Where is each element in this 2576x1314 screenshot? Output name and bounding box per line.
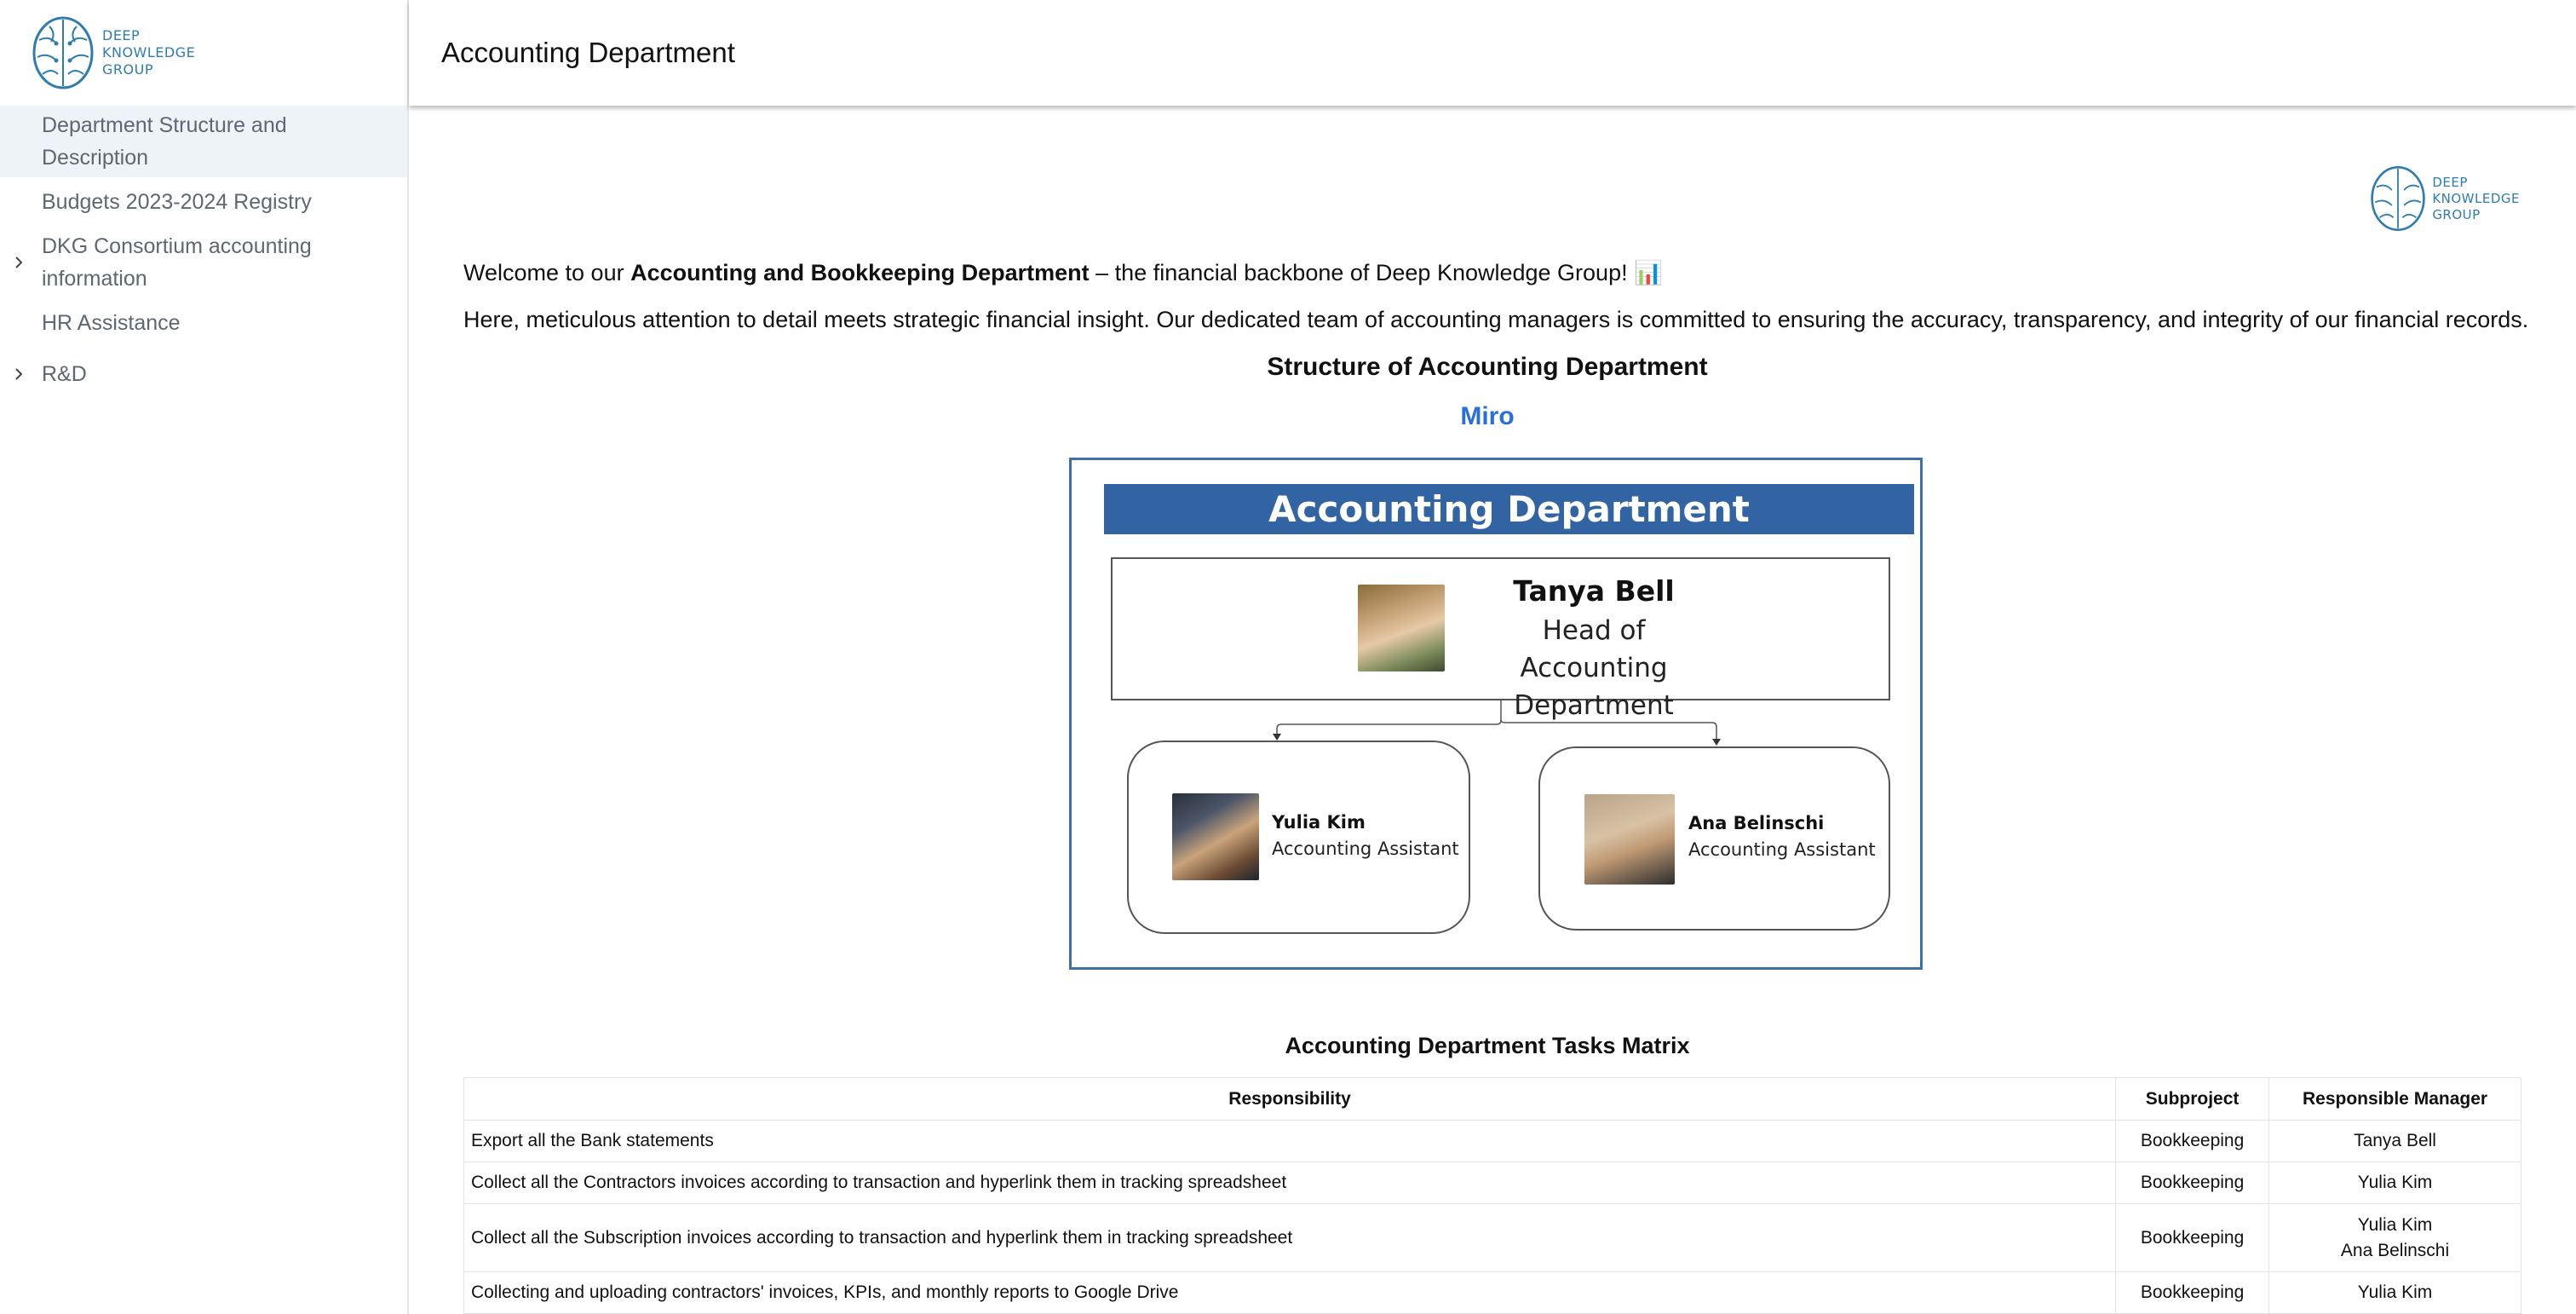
tasks-matrix-table: Responsibility Subproject Responsible Ma… — [463, 1077, 2521, 1314]
matrix-title: Accounting Department Tasks Matrix — [1285, 1033, 1690, 1058]
top-header: Accounting Department — [409, 0, 2576, 106]
responsibility-cell: Export all the Bank statements — [463, 1120, 2117, 1162]
assistant-role: Accounting Assistant — [1688, 839, 1876, 860]
responsibility-cell: Collect all the Contractors invoices acc… — [463, 1161, 2117, 1204]
table-row: Collecting and uploading contractors' in… — [463, 1271, 2521, 1314]
head-photo — [1358, 585, 1445, 671]
description-paragraph: Here, meticulous attention to detail mee… — [463, 307, 2529, 332]
manager-name: Yulia Kim — [2357, 1282, 2433, 1302]
miro-link[interactable]: Miro — [1460, 402, 1514, 430]
table-row: Collect all the Subscription invoices ac… — [463, 1203, 2521, 1272]
content-logo: DEEP KNOWLEDGE GROUP — [2369, 164, 2520, 233]
miro-link-row: Miro — [463, 402, 2511, 431]
assistant-name: Ana Belinschi — [1688, 813, 1825, 833]
sidebar: DEEP KNOWLEDGE GROUP Department Structur… — [0, 0, 409, 1314]
responsibility-cell: Collecting and uploading contractors' in… — [463, 1271, 2117, 1314]
sidebar-item-department-structure[interactable]: Department Structure and Description — [0, 106, 407, 177]
logo-line: KNOWLEDGE — [102, 44, 196, 61]
sidebar-item-dkg-consortium[interactable]: DKG Consortium accounting information — [0, 227, 407, 298]
assistant-photo — [1584, 794, 1675, 885]
sidebar-logo-area: DEEP KNOWLEDGE GROUP — [0, 0, 407, 106]
sidebar-item-hr-assistance[interactable]: HR Assistance — [0, 303, 407, 343]
sidebar-item-label: Budgets 2023-2024 Registry — [42, 190, 312, 214]
logo-line: DEEP — [102, 27, 141, 43]
table-row: Collect all the Contractors invoices acc… — [463, 1161, 2521, 1204]
logo-line: DEEP — [2432, 174, 2468, 190]
column-header: Responsible Manager — [2268, 1077, 2521, 1121]
column-header: Responsibility — [463, 1077, 2117, 1121]
column-header: Subproject — [2115, 1077, 2270, 1121]
org-chart-image: Accounting Department Tanya Bell Head of… — [1069, 458, 1923, 970]
assistant-card: Yulia Kim Accounting Assistant — [1127, 741, 1470, 934]
head-role: Head of Accounting Department — [1466, 612, 1722, 724]
sidebar-nav: Department Structure and Description Bud… — [0, 106, 407, 394]
sidebar-item-label: R&D — [42, 362, 87, 386]
structure-title: Structure of Accounting Department — [1267, 353, 1708, 381]
subproject-cell: Bookkeeping — [2115, 1120, 2270, 1162]
head-role-line: Head of Accounting — [1520, 615, 1668, 683]
intro-suffix: – the financial backbone of Deep Knowled… — [1089, 260, 1663, 285]
logo-text: DEEP KNOWLEDGE GROUP — [102, 27, 195, 78]
chevron-right-icon[interactable] — [12, 256, 26, 269]
assistant-role: Accounting Assistant — [1272, 839, 1459, 859]
chevron-right-icon[interactable] — [12, 367, 26, 381]
brain-logo-icon — [32, 16, 94, 89]
brain-logo-icon — [2371, 165, 2426, 232]
sidebar-item-label: DKG Consortium accounting information — [42, 234, 312, 291]
table-header-row: Responsibility Subproject Responsible Ma… — [463, 1077, 2521, 1121]
subproject-cell: Bookkeeping — [2115, 1203, 2270, 1272]
logo-line: KNOWLEDGE — [2432, 190, 2520, 206]
manager-cell: Yulia Kim Ana Belinschi — [2268, 1203, 2521, 1272]
manager-cell: Yulia Kim — [2268, 1271, 2521, 1314]
logo-text: DEEP KNOWLEDGE GROUP — [2432, 175, 2520, 223]
manager-name: Tanya Bell — [2354, 1131, 2436, 1150]
head-card: Tanya Bell Head of Accounting Department — [1111, 557, 1890, 721]
sidebar-item-label: Department Structure and Description — [42, 113, 287, 170]
subproject-cell: Bookkeeping — [2115, 1271, 2270, 1314]
logo-line: GROUP — [2432, 206, 2481, 222]
sidebar-item-rd[interactable]: R&D — [0, 354, 407, 394]
main-content: DEEP KNOWLEDGE GROUP Welcome to our Acco… — [409, 107, 2576, 1314]
table-row: Export all the Bank statements Bookkeepi… — [463, 1120, 2521, 1162]
sidebar-item-label: HR Assistance — [42, 311, 181, 335]
head-role-line: Department — [1514, 690, 1674, 721]
assistant-name: Yulia Kim — [1272, 812, 1366, 833]
manager-cell: Yulia Kim — [2268, 1161, 2521, 1204]
company-logo[interactable]: DEEP KNOWLEDGE GROUP — [31, 14, 195, 91]
manager-name: Yulia Kim — [2357, 1214, 2433, 1235]
org-chart-banner: Accounting Department — [1104, 484, 1914, 534]
responsibility-cell: Collect all the Subscription invoices ac… — [463, 1203, 2117, 1272]
head-name: Tanya Bell — [1513, 574, 1675, 608]
manager-name: Ana Belinschi — [2340, 1240, 2450, 1260]
assistant-photo — [1172, 793, 1259, 880]
manager-cell: Tanya Bell — [2268, 1120, 2521, 1162]
intro-bold: Accounting and Bookkeeping Department — [630, 260, 1090, 285]
manager-name: Yulia Kim — [2357, 1173, 2433, 1192]
logo-line: GROUP — [102, 61, 153, 78]
intro-prefix: Welcome to our — [463, 260, 631, 285]
subproject-cell: Bookkeeping — [2115, 1161, 2270, 1204]
intro-paragraph: Welcome to our Accounting and Bookkeepin… — [463, 259, 1663, 286]
assistant-card: Ana Belinschi Accounting Assistant — [1538, 746, 1890, 931]
page-title: Accounting Department — [441, 37, 735, 68]
sidebar-item-budgets[interactable]: Budgets 2023-2024 Registry — [0, 182, 407, 222]
